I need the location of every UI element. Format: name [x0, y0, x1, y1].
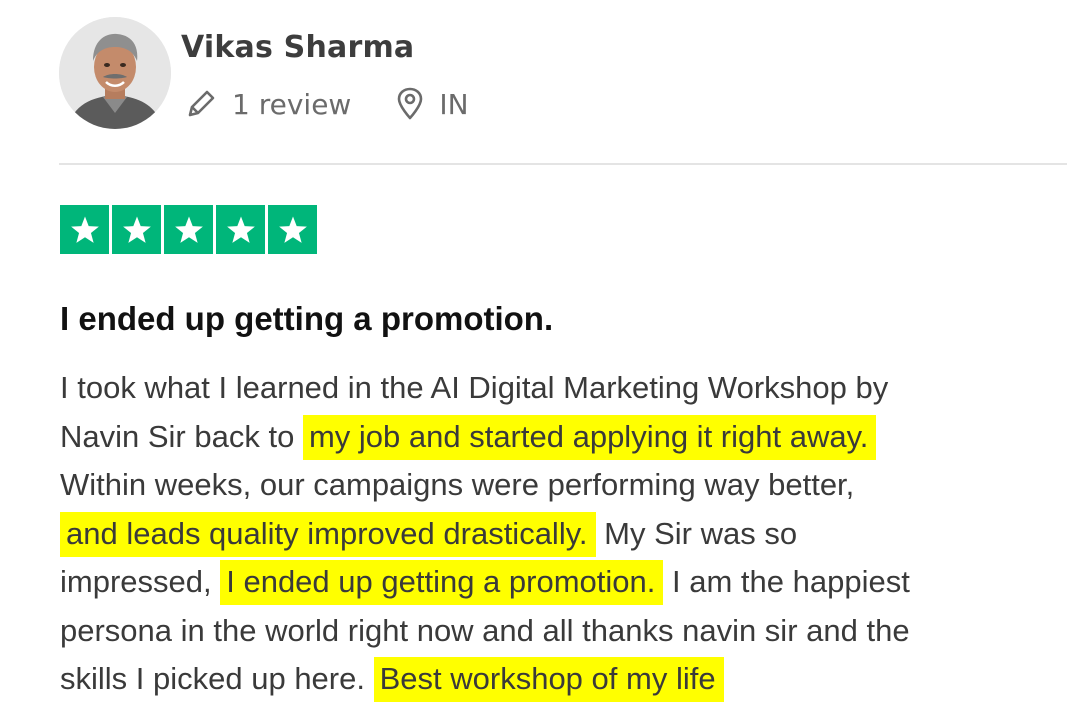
- reviewer-name[interactable]: Vikas Sharma: [181, 30, 414, 65]
- review-text: Within weeks, our campaigns were perform…: [60, 467, 855, 502]
- review-text: impressed,: [60, 564, 212, 599]
- highlighted-text: I ended up getting a promotion.: [220, 560, 664, 605]
- reviewer-avatar[interactable]: [59, 17, 171, 129]
- review-line: persona in the world right now and all t…: [60, 607, 1070, 656]
- review-text: persona in the world right now and all t…: [60, 612, 910, 648]
- review-line: Within weeks, our campaigns were perform…: [60, 461, 1070, 510]
- star-icon: [164, 205, 213, 254]
- review-text: I took what I learned in the AI Digital …: [60, 370, 889, 405]
- reviewer-country: IN: [439, 87, 469, 121]
- review-body: I took what I learned in the AI Digital …: [60, 364, 1070, 704]
- highlighted-text: my job and started applying it right awa…: [302, 414, 877, 460]
- review-count: 1 review: [232, 87, 352, 121]
- header-divider: [59, 163, 1067, 165]
- star-rating: [60, 205, 317, 254]
- pencil-icon: [184, 87, 218, 121]
- review-text: I am the happiest: [672, 564, 910, 599]
- review-text: My Sir was so: [604, 515, 798, 551]
- star-icon: [60, 205, 109, 254]
- highlighted-text: Best workshop of my life: [373, 657, 724, 702]
- review-line: impressed, I ended up getting a promotio…: [60, 558, 1070, 607]
- reviewer-meta: 1 review IN: [184, 84, 469, 124]
- review-line: skills I picked up here. Best workshop o…: [60, 655, 1070, 704]
- location-pin-icon: [395, 87, 425, 121]
- star-icon: [112, 205, 161, 254]
- avatar-photo: [59, 17, 171, 129]
- review-text: skills I picked up here.: [60, 661, 365, 696]
- star-icon: [268, 205, 317, 254]
- highlighted-text: and leads quality improved drastically.: [60, 511, 596, 557]
- review-title: I ended up getting a promotion.: [60, 300, 554, 337]
- star-icon: [216, 205, 265, 254]
- review-line: I took what I learned in the AI Digital …: [60, 364, 1070, 413]
- review-text: Navin Sir back to: [60, 418, 295, 454]
- review-line: Navin Sir back to my job and started app…: [60, 413, 1070, 462]
- review-line: and leads quality improved drastically. …: [60, 510, 1070, 559]
